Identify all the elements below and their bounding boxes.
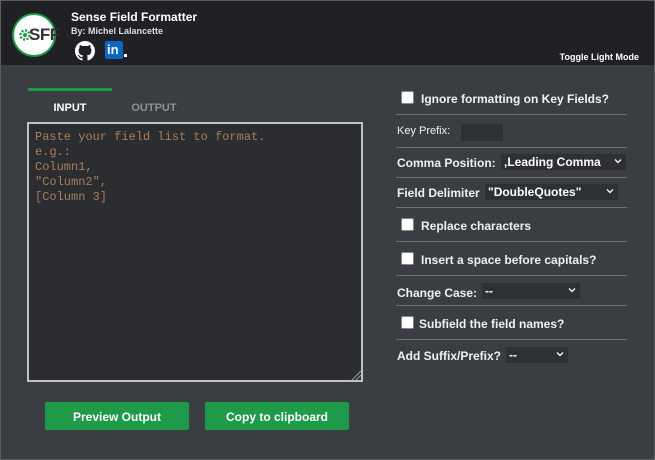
app-title: Sense Field Formatter <box>71 10 198 24</box>
comma-position-select[interactable]: ,Leading Comma <box>501 154 626 170</box>
suffix-prefix-value: -- <box>509 348 517 362</box>
comma-position-value: ,Leading Comma <box>504 155 601 169</box>
preview-output-button[interactable]: Preview Output <box>45 402 189 430</box>
resize-handle-icon[interactable] <box>350 369 362 381</box>
logo-text: SFF <box>29 25 60 44</box>
toggle-light-mode[interactable]: Toggle Light Mode <box>560 52 639 62</box>
tab-input[interactable]: INPUT <box>28 88 112 117</box>
key-prefix-label: Key Prefix: <box>397 125 451 137</box>
chevron-down-icon <box>614 159 622 164</box>
replace-characters-label: Replace characters <box>421 219 532 233</box>
app-header: SFF Sense Field Formatter By: Michel Lal… <box>1 1 654 65</box>
space-before-capitals-checkbox[interactable] <box>401 252 414 265</box>
divider <box>396 241 627 242</box>
divider <box>396 147 627 148</box>
divider <box>396 275 627 276</box>
linkedin-icon[interactable]: in <box>105 41 127 61</box>
app-logo: SFF <box>12 13 60 57</box>
github-icon[interactable] <box>75 41 95 61</box>
ignore-key-fields-label: Ignore formatting on Key Fields? <box>421 92 610 106</box>
change-case-value: -- <box>485 284 493 298</box>
replace-characters-checkbox[interactable] <box>401 218 414 231</box>
field-list-input[interactable] <box>27 122 363 382</box>
divider <box>396 207 627 208</box>
suffix-prefix-select[interactable]: -- <box>506 347 568 363</box>
chevron-down-icon <box>556 352 564 357</box>
subfield-label: Subfield the field names? <box>419 317 565 331</box>
tab-output[interactable]: OUTPUT <box>112 91 196 119</box>
subfield-checkbox[interactable] <box>401 316 414 329</box>
key-prefix-input[interactable] <box>461 124 503 141</box>
field-delimiter-value: "DoubleQuotes" <box>488 185 582 199</box>
divider <box>396 339 627 340</box>
chevron-down-icon <box>568 288 576 293</box>
field-delimiter-select[interactable]: "DoubleQuotes" <box>485 184 618 200</box>
copy-to-clipboard-button[interactable]: Copy to clipboard <box>205 402 349 430</box>
ignore-key-fields-checkbox[interactable] <box>401 91 414 104</box>
divider <box>396 177 627 178</box>
divider <box>396 114 627 115</box>
change-case-select[interactable]: -- <box>482 283 580 299</box>
chevron-down-icon <box>606 189 614 194</box>
space-before-capitals-label: Insert a space before capitals? <box>421 253 597 267</box>
app-author: By: Michel Lalancette <box>71 26 164 36</box>
divider <box>396 305 627 306</box>
